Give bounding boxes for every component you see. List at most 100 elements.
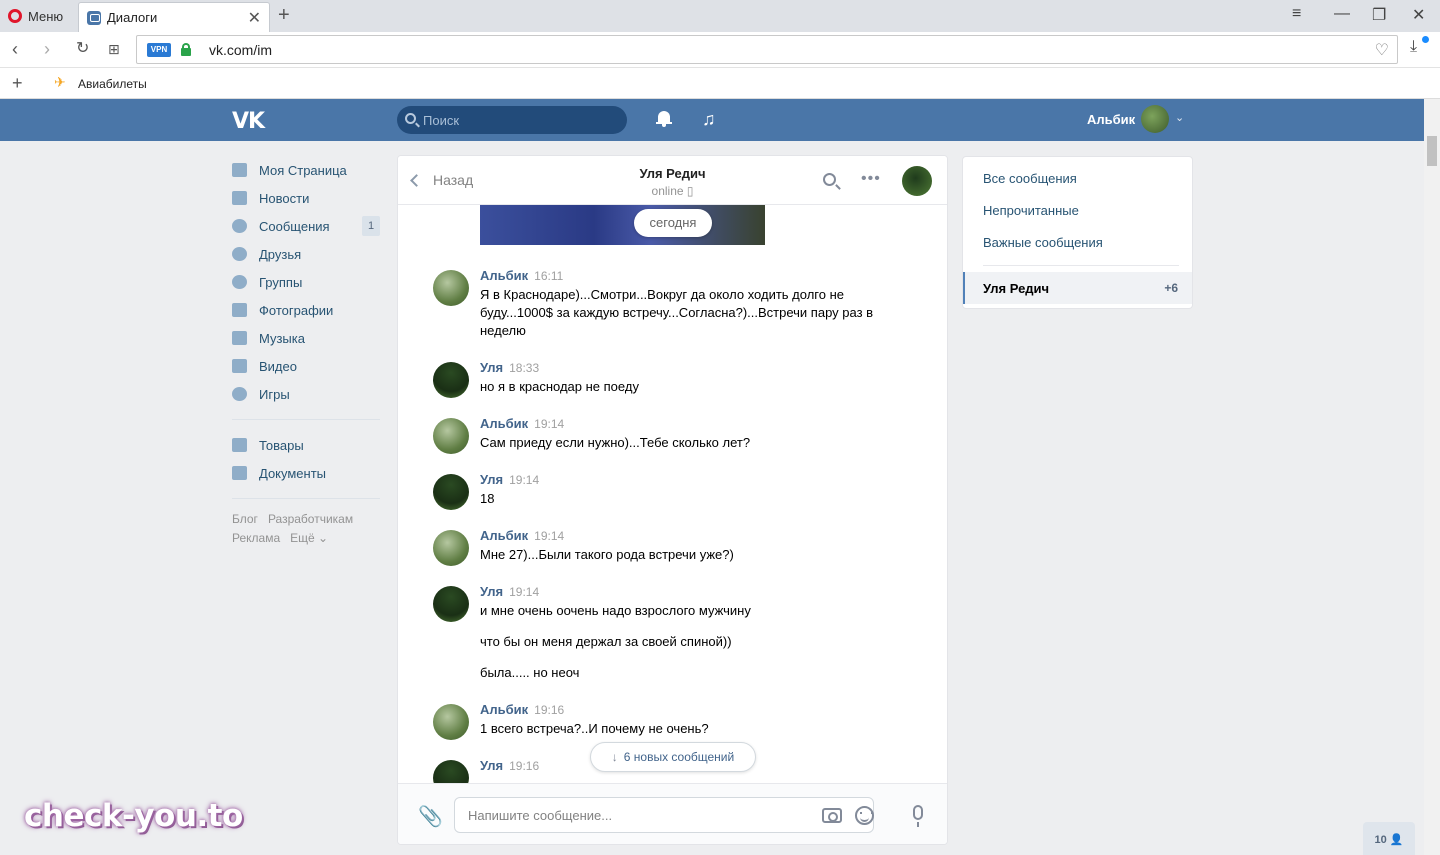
active-dialog-name: Уля Редич [983, 281, 1050, 296]
music-note-icon[interactable]: ♫ [702, 109, 716, 129]
online-friends-counter[interactable]: 10 👤 [1363, 822, 1415, 855]
user-menu-chevron-icon[interactable]: ⌄ [1175, 111, 1184, 124]
message-author[interactable]: Альбик [480, 416, 528, 431]
sidebar-item-friends[interactable]: Друзья [232, 240, 382, 268]
message-input[interactable] [454, 797, 874, 833]
browser-tab-dialogs[interactable]: Диалоги ✕ [78, 2, 270, 32]
footer-link-more[interactable]: Ещё ⌄ [290, 531, 328, 545]
chat-header: Назад Уля Редич online ▯ ••• [398, 156, 947, 205]
gamepad-icon [232, 387, 247, 401]
header-user-avatar[interactable] [1141, 105, 1169, 133]
page-scrollbar[interactable] [1424, 99, 1440, 855]
avatar[interactable] [433, 418, 469, 454]
message-author[interactable]: Уля [480, 584, 503, 599]
url-text[interactable]: vk.com/im [209, 42, 272, 58]
camera-icon[interactable] [822, 808, 842, 823]
opera-logo-icon [8, 9, 22, 23]
message-time[interactable]: 19:14 [534, 529, 564, 543]
vpn-badge[interactable]: VPN [147, 43, 171, 57]
speed-dial-icon[interactable]: ⊞ [108, 40, 120, 58]
download-indicator [1422, 36, 1429, 43]
chat-search-icon[interactable] [823, 173, 836, 186]
message-time[interactable]: 19:14 [509, 473, 539, 487]
search-icon [405, 113, 416, 124]
tab-menu-icon[interactable]: ≡ [1292, 5, 1301, 23]
footer-link-ads[interactable]: Реклама [232, 531, 280, 545]
bookmark-aviatickets[interactable]: Авиабилеты [78, 77, 147, 91]
avatar[interactable] [433, 704, 469, 740]
sidebar-item-documents[interactable]: Документы [232, 459, 382, 487]
footer-link-developers[interactable]: Разработчикам [268, 512, 353, 526]
notifications-bell-icon[interactable] [656, 109, 672, 127]
groups-icon [232, 275, 247, 289]
bookmarks-bar: + ✈ Авиабилеты [0, 68, 1440, 99]
new-tab-button[interactable]: + [278, 5, 290, 25]
message-time[interactable]: 19:14 [534, 417, 564, 431]
chat-panel: Назад Уля Редич online ▯ ••• сегодня Аль… [397, 155, 948, 845]
message-author[interactable]: Альбик [480, 702, 528, 717]
more-options-icon[interactable]: ••• [861, 170, 881, 188]
message-author[interactable]: Уля [480, 360, 503, 375]
airplane-icon[interactable]: ✈ [54, 74, 66, 91]
restore-icon[interactable]: ❐ [1372, 5, 1386, 25]
attached-photo[interactable] [480, 205, 765, 245]
sidebar-item-music[interactable]: Музыка [232, 324, 382, 352]
url-field[interactable]: VPN vk.com/im ♡ [136, 35, 1398, 64]
message-author[interactable]: Альбик [480, 528, 528, 543]
filter-unread[interactable]: Непрочитанные [983, 203, 1079, 218]
message-time[interactable]: 19:16 [534, 703, 564, 717]
bookmark-heart-icon[interactable]: ♡ [1375, 40, 1389, 60]
sidebar-item-my-page[interactable]: Моя Страница [232, 156, 382, 184]
add-bookmark-icon[interactable]: + [12, 73, 23, 94]
search-input[interactable] [423, 106, 619, 134]
sidebar-item-messages[interactable]: Сообщения 1 [232, 212, 382, 240]
friends-icon [232, 247, 247, 261]
sidebar-item-news[interactable]: Новости [232, 184, 382, 212]
message-time[interactable]: 19:14 [509, 585, 539, 599]
browser-menu-button[interactable]: Меню [8, 7, 63, 25]
message-time[interactable]: 18:33 [509, 361, 539, 375]
back-icon[interactable]: ‹ [12, 40, 18, 58]
search-box[interactable] [397, 106, 627, 134]
avatar[interactable] [433, 530, 469, 566]
footer-link-blog[interactable]: Блог [232, 512, 258, 526]
sidebar-footer-links: Блог Разработчикам Реклама Ещё ⌄ [232, 510, 382, 548]
tab-close-icon[interactable]: ✕ [248, 8, 261, 28]
paperclip-icon[interactable]: 📎 [418, 804, 443, 829]
messages-count-badge: 1 [362, 216, 380, 236]
window-close-icon[interactable]: ✕ [1412, 5, 1425, 25]
message-author[interactable]: Альбик [480, 268, 528, 283]
peer-avatar[interactable] [902, 166, 932, 196]
date-divider: сегодня [634, 209, 712, 237]
sidebar-item-games[interactable]: Игры [232, 380, 382, 408]
new-messages-button[interactable]: ↓ 6 новых сообщений [590, 742, 756, 772]
filter-important[interactable]: Важные сообщения [983, 235, 1103, 250]
scrollbar-thumb[interactable] [1427, 136, 1437, 166]
forward-icon[interactable]: › [44, 40, 50, 58]
sidebar-item-video[interactable]: Видео [232, 352, 382, 380]
lock-icon[interactable] [181, 43, 191, 56]
minimize-icon[interactable]: — [1334, 5, 1350, 23]
avatar[interactable] [433, 270, 469, 306]
message-author[interactable]: Уля [480, 472, 503, 487]
active-dialog-unread-count: +6 [1164, 281, 1178, 295]
emoji-icon[interactable] [855, 806, 874, 825]
sidebar-item-groups[interactable]: Группы [232, 268, 382, 296]
filter-all-messages[interactable]: Все сообщения [983, 171, 1077, 186]
avatar[interactable] [433, 474, 469, 510]
microphone-icon[interactable] [913, 805, 923, 827]
avatar[interactable] [433, 362, 469, 398]
header-user-name[interactable]: Альбик [1087, 112, 1135, 127]
address-bar: ‹ › ↻ ⊞ VPN vk.com/im ♡ ⤓ [0, 32, 1440, 68]
message-time[interactable]: 16:11 [534, 269, 563, 283]
sidebar-item-photos[interactable]: Фотографии [232, 296, 382, 324]
document-icon [232, 466, 247, 480]
reload-icon[interactable]: ↻ [76, 40, 89, 58]
message-author[interactable]: Уля [480, 758, 503, 773]
avatar[interactable] [433, 586, 469, 622]
download-icon[interactable]: ⤓ [1410, 38, 1417, 56]
active-dialog-item[interactable]: Уля Редич +6 [963, 272, 1192, 304]
vk-logo[interactable]: VK [232, 109, 265, 134]
sidebar-item-goods[interactable]: Товары [232, 431, 382, 459]
message-time[interactable]: 19:16 [509, 759, 539, 773]
